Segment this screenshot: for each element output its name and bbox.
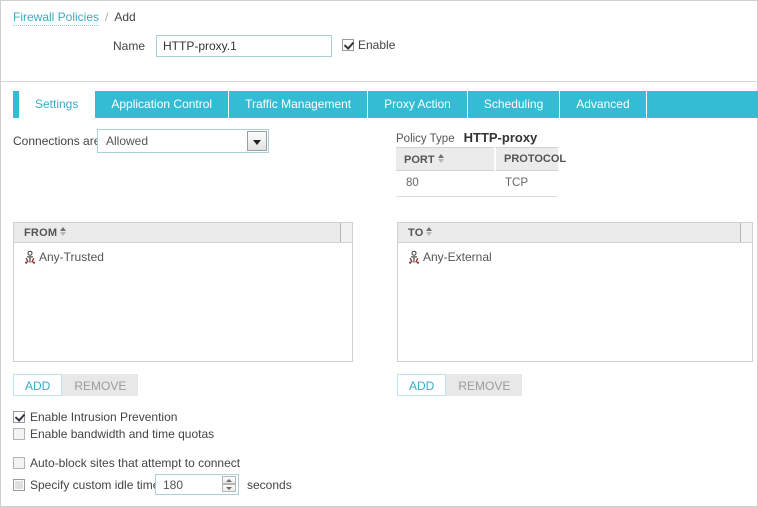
from-list-header-divider [340,223,341,242]
tab-strip-tail [646,91,758,118]
tab-strip: Settings Application Control Traffic Man… [13,91,758,118]
name-label: Name [113,39,145,53]
tab-scheduling[interactable]: Scheduling [467,91,559,118]
network-alias-icon [23,250,37,264]
policy-type-table: PORT PROTOCOL 80 TCP [396,147,558,197]
intrusion-prevention-label: Enable Intrusion Prevention [30,410,177,424]
policy-type-label: Policy Type [396,133,455,145]
name-input[interactable] [156,35,332,57]
stepper-up-icon[interactable] [222,476,236,484]
auto-block-checkbox[interactable] [13,457,25,469]
network-alias-icon [407,250,421,264]
breadcrumb-link-firewall-policies[interactable]: Firewall Policies [13,10,99,26]
breadcrumb-current-add: Add [114,10,135,24]
column-header-port-label: PORT [404,154,435,166]
to-list-panel: TO Any-External [397,222,753,362]
to-list-body: Any-External [398,243,752,265]
tab-traffic-management[interactable]: Traffic Management [228,91,367,118]
connections-select[interactable]: Allowed [97,129,269,153]
connections-select-value: Allowed [106,134,148,148]
cell-port: 80 [396,171,495,197]
name-row: Name Enable [1,35,757,59]
to-list-header[interactable]: TO [398,223,752,243]
from-list-panel: FROM Any-Trusted [13,222,353,362]
tab-advanced[interactable]: Advanced [559,91,645,118]
policy-type-block: Policy Type HTTP-proxy PORT PROTOCOL 80 … [396,130,558,197]
header-divider [1,81,758,82]
to-list-header-label: TO [408,226,433,239]
from-list-body: Any-Trusted [14,243,352,265]
table-row[interactable]: 80 TCP [396,171,558,197]
auto-block-label: Auto-block sites that attempt to connect [30,456,240,470]
tab-settings[interactable]: Settings [19,91,94,118]
breadcrumb: Firewall Policies / Add [13,10,136,24]
sort-arrows-icon[interactable] [438,153,445,164]
firewall-policy-add-page: Firewall Policies / Add Name Enable Settin… [0,0,758,507]
from-add-button[interactable]: ADD [13,374,62,396]
column-header-protocol[interactable]: PROTOCOL [495,148,558,171]
idle-timeout-row[interactable]: Specify custom idle timeout [13,478,176,492]
column-header-protocol-label: PROTOCOL [504,153,566,165]
policy-type-table-header-row: PORT PROTOCOL [396,148,558,171]
enable-checkbox-row[interactable]: Enable [342,38,395,52]
bandwidth-quotas-row[interactable]: Enable bandwidth and time quotas [13,427,214,441]
tab-proxy-action[interactable]: Proxy Action [367,91,467,118]
enable-label: Enable [358,38,395,52]
enable-checkbox[interactable] [342,39,354,51]
to-remove-button[interactable]: REMOVE [446,374,522,396]
stepper-buttons[interactable] [222,476,236,493]
intrusion-prevention-row[interactable]: Enable Intrusion Prevention [13,410,177,424]
bandwidth-quotas-checkbox[interactable] [13,428,25,440]
from-list-header[interactable]: FROM [14,223,352,243]
tab-application-control[interactable]: Application Control [94,91,228,118]
idle-timeout-stepper[interactable]: 180 [155,474,239,495]
cell-protocol: TCP [495,171,558,197]
list-item[interactable]: Any-External [398,249,752,265]
list-item-label: Any-Trusted [39,250,104,264]
list-item[interactable]: Any-Trusted [14,249,352,265]
chevron-down-icon[interactable] [247,131,267,151]
stepper-down-icon[interactable] [222,484,236,492]
bandwidth-quotas-label: Enable bandwidth and time quotas [30,427,214,441]
list-item-label: Any-External [423,250,492,264]
to-list-header-divider [740,223,741,242]
from-remove-button[interactable]: REMOVE [62,374,138,396]
auto-block-row[interactable]: Auto-block sites that attempt to connect [13,456,240,470]
policy-type-header: Policy Type HTTP-proxy [396,130,558,145]
to-list-header-corner [741,223,752,242]
from-button-row: ADD REMOVE [13,374,138,396]
to-add-button[interactable]: ADD [397,374,446,396]
sort-arrows-icon[interactable] [60,226,67,237]
from-list-header-label: FROM [24,226,67,239]
sort-arrows-icon[interactable] [426,226,433,237]
from-list-header-corner [341,223,352,242]
to-button-row: ADD REMOVE [397,374,522,396]
breadcrumb-separator: / [105,10,108,24]
idle-timeout-checkbox[interactable] [13,479,25,491]
idle-timeout-units-label: seconds [247,478,292,492]
policy-type-value: HTTP-proxy [464,130,538,145]
connections-label: Connections are [13,134,100,148]
column-header-port[interactable]: PORT [396,148,495,171]
intrusion-prevention-checkbox[interactable] [13,411,25,423]
idle-timeout-value: 180 [163,478,183,492]
